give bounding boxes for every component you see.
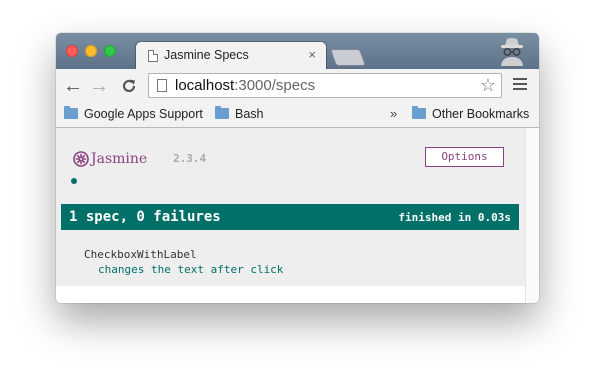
new-tab-button[interactable] <box>329 49 367 66</box>
page-bottom-area <box>56 286 525 303</box>
results-summary-bar: 1 spec, 0 failures finished in 0.03s <box>61 204 519 230</box>
folder-icon <box>64 106 78 119</box>
forward-button[interactable]: → <box>88 75 110 97</box>
document-icon <box>148 50 158 62</box>
url-text: localhost:3000/specs <box>175 77 315 94</box>
bookmark-label: Bash <box>235 107 264 121</box>
url-path: :3000/specs <box>234 77 316 94</box>
address-bar[interactable]: localhost:3000/specs ☆ <box>148 73 502 98</box>
spec-link[interactable]: changes the text after click <box>98 263 283 276</box>
jasmine-logo-text: Jasmine <box>91 150 148 167</box>
bookmark-label: Google Apps Support <box>84 107 203 121</box>
bookmark-google-apps-support[interactable]: Google Apps Support <box>64 106 203 121</box>
menu-icon[interactable] <box>513 78 527 92</box>
jasmine-logo: Jasmine <box>73 148 148 167</box>
browser-toolbar: ← → localhost:3000/specs ☆ <box>56 69 539 103</box>
tab-jasmine-specs[interactable]: Jasmine Specs × <box>136 42 326 69</box>
suite-link[interactable]: CheckboxWithLabel <box>84 248 197 261</box>
jasmine-flower-icon <box>73 150 89 167</box>
options-button[interactable]: Options <box>425 147 504 167</box>
results-overall[interactable]: 1 spec, 0 failures <box>69 209 221 225</box>
browser-window: Jasmine Specs × ← → localhost:3000/specs <box>56 33 539 303</box>
tab-close-icon[interactable]: × <box>308 47 316 62</box>
url-host: localhost <box>175 77 235 94</box>
bookmark-star-icon[interactable]: ☆ <box>480 75 496 96</box>
incognito-icon <box>501 38 523 66</box>
results-duration: finished in 0.03s <box>398 211 511 224</box>
back-button[interactable]: ← <box>62 75 84 97</box>
tab-strip: Jasmine Specs × <box>56 33 539 69</box>
reload-button[interactable] <box>118 75 140 97</box>
jasmine-version: 2.3.4 <box>173 152 207 165</box>
bookmark-bash[interactable]: Bash <box>215 106 264 121</box>
scrollbar-track[interactable] <box>525 128 539 303</box>
window-minimize-button[interactable] <box>85 45 97 57</box>
bookmark-label: Other Bookmarks <box>432 107 530 121</box>
folder-icon <box>412 106 426 119</box>
bookmarks-overflow-button[interactable]: » <box>390 106 397 121</box>
folder-icon <box>215 106 229 119</box>
window-maximize-button[interactable] <box>104 45 116 57</box>
bookmark-other-bookmarks[interactable]: Other Bookmarks <box>412 106 530 121</box>
spec-passed-dot[interactable] <box>71 178 77 184</box>
jasmine-page: Jasmine 2.3.4 Options 1 spec, 0 failures… <box>56 128 525 303</box>
window-close-button[interactable] <box>66 45 78 57</box>
tab-title: Jasmine Specs <box>164 48 249 62</box>
page-icon <box>157 79 167 92</box>
reload-icon <box>122 79 136 93</box>
bookmarks-bar: Google Apps Support Bash » Other Bookmar… <box>56 103 539 128</box>
